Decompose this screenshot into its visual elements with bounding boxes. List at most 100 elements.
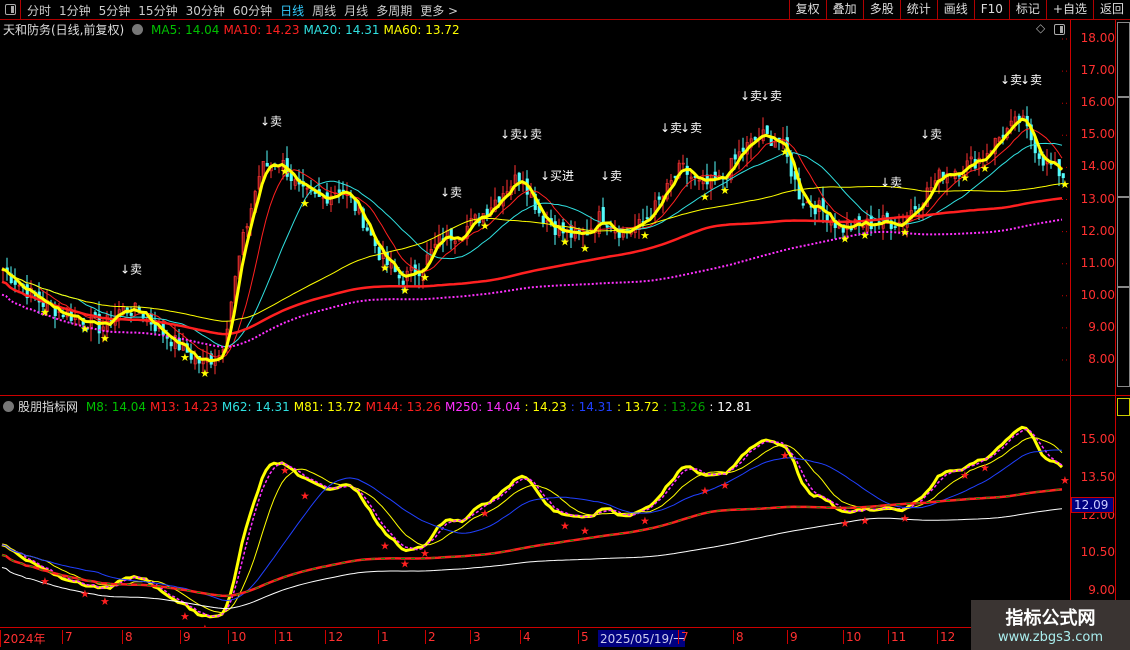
- sell-signal: ↓买进: [540, 169, 574, 183]
- indicator-m62-line: [1, 449, 1063, 602]
- price-axis-label: 10.00: [1080, 287, 1115, 302]
- star-icon: ★: [200, 367, 210, 380]
- indicator-m144-line: [1, 488, 1063, 597]
- sell-signal: ↓卖: [920, 128, 942, 142]
- candle: [541, 215, 545, 224]
- trend-line: [1, 117, 1064, 363]
- star-icon: ★: [420, 547, 430, 560]
- price-axis-label: 12.00: [1080, 223, 1115, 238]
- date-label: 8: [733, 630, 744, 644]
- indicator-axis-label: 13.50: [1080, 469, 1115, 484]
- side-tab[interactable]: [1117, 287, 1130, 387]
- star-icon: ★: [720, 479, 730, 492]
- price-chart[interactable]: ↓卖↓卖↓卖↓卖↓卖↓买进 ↓卖↓卖↓卖↓卖↓卖↓卖↓卖↓卖↓卖★★★★★★★★★…: [0, 0, 1070, 627]
- date-label: 2024年: [0, 630, 46, 647]
- candle: [61, 314, 65, 318]
- star-icon: ★: [280, 464, 290, 477]
- star-icon: ★: [480, 507, 490, 520]
- star-icon: ★: [100, 595, 110, 608]
- star-icon: ★: [980, 162, 990, 175]
- price-axis-label: 14.00: [1080, 159, 1115, 174]
- toolbar-button[interactable]: 返回: [1092, 0, 1130, 19]
- star-icon: ★: [180, 351, 190, 364]
- candle: [265, 163, 269, 167]
- star-icon: ★: [400, 557, 410, 570]
- side-tab[interactable]: [1117, 398, 1130, 416]
- candle: [397, 274, 401, 279]
- ma60-line: [1, 183, 1063, 322]
- side-tab[interactable]: [1117, 197, 1130, 287]
- date-label: 3: [470, 630, 481, 644]
- star-icon: ★: [640, 514, 650, 527]
- date-label: 10: [228, 630, 246, 644]
- date-label: 8: [122, 630, 133, 644]
- star-icon: ★: [780, 449, 790, 462]
- panel-divider: [0, 395, 1130, 396]
- star-icon: ★: [380, 261, 390, 274]
- candle: [801, 203, 805, 206]
- axis-divider: [1070, 20, 1071, 630]
- date-label: 2025/05/19/一: [598, 630, 686, 647]
- star-icon: ★: [1060, 474, 1070, 487]
- indicator-m144-line: [1, 488, 1063, 598]
- star-icon: ★: [80, 322, 90, 335]
- price-axis-label: 17.00: [1080, 63, 1115, 78]
- star-icon: ★: [480, 220, 490, 233]
- sell-signal: ↓卖: [520, 128, 542, 142]
- date-label: 7: [678, 630, 689, 644]
- candle: [365, 227, 369, 231]
- sell-signal: ↓卖: [760, 89, 782, 103]
- price-axis-label: 15.00: [1080, 127, 1115, 142]
- star-icon: ★: [700, 484, 710, 497]
- candle: [1037, 153, 1041, 159]
- star-icon: ★: [1060, 178, 1070, 191]
- star-icon: ★: [580, 525, 590, 538]
- candle: [869, 215, 873, 230]
- star-icon: ★: [100, 332, 110, 345]
- star-icon: ★: [860, 514, 870, 527]
- star-icon: ★: [640, 229, 650, 242]
- date-label: 11: [888, 630, 906, 644]
- star-icon: ★: [960, 171, 970, 184]
- sell-signal: ↓卖: [740, 89, 762, 103]
- star-icon: ★: [180, 610, 190, 623]
- sell-signal: ↓卖: [680, 121, 702, 135]
- date-label: 2: [425, 630, 436, 644]
- date-label: 4: [520, 630, 531, 644]
- star-icon: ★: [300, 489, 310, 502]
- star-icon: ★: [900, 512, 910, 525]
- star-icon: ★: [580, 242, 590, 255]
- sell-signal: ↓卖: [600, 169, 622, 183]
- star-icon: ★: [40, 575, 50, 588]
- date-label: 7: [62, 630, 73, 644]
- indicator-axis-label: 9.00: [1088, 583, 1115, 597]
- side-tab[interactable]: [1117, 97, 1130, 197]
- date-label: 9: [180, 630, 191, 644]
- sell-signal: ↓卖: [660, 121, 682, 135]
- candle: [913, 206, 917, 210]
- candle: [189, 352, 193, 360]
- price-axis-label: 8.00: [1088, 352, 1115, 366]
- star-icon: ★: [400, 284, 410, 297]
- sell-signal: ↓卖: [1000, 73, 1022, 87]
- star-icon: ★: [840, 232, 850, 245]
- candle: [765, 125, 769, 134]
- star-icon: ★: [900, 226, 910, 239]
- price-axis-label: 18.00: [1080, 31, 1115, 45]
- star-icon: ★: [860, 229, 870, 242]
- ma20-line: [1, 142, 1063, 348]
- sell-signal: ↓卖: [880, 176, 902, 190]
- date-label: 10: [843, 630, 861, 644]
- star-icon: ★: [280, 165, 290, 178]
- side-tab[interactable]: [1117, 22, 1130, 97]
- date-label: 11: [275, 630, 293, 644]
- indicator-axis-label: 10.50: [1080, 545, 1115, 560]
- sell-signal: ↓卖: [1020, 73, 1042, 87]
- date-label: 5: [578, 630, 589, 644]
- price-axis-label: 16.00: [1080, 95, 1115, 110]
- watermark-url: www.zbgs3.com: [997, 630, 1104, 645]
- candle: [733, 154, 737, 160]
- axis-divider: [1115, 20, 1116, 630]
- candle: [657, 196, 661, 200]
- price-axis-label: 9.00: [1088, 319, 1115, 334]
